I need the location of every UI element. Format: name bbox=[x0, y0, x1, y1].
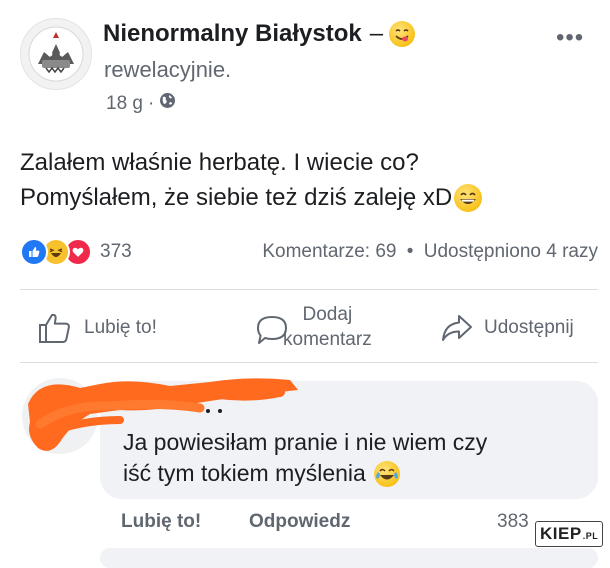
watermark-logo: KIEP .PL bbox=[535, 521, 604, 547]
post-text-line-2: Pomyślałem, że siebie też dziś zaleję xD bbox=[20, 180, 600, 215]
more-options-icon[interactable]: ••• bbox=[556, 26, 584, 50]
reactions-summary[interactable]: 373 bbox=[20, 238, 132, 266]
watermark-text: KIEP bbox=[540, 524, 582, 543]
page-logo bbox=[28, 26, 84, 82]
share-label: Udostępnij bbox=[484, 317, 574, 338]
post-text-line-2-text: Pomyślałem, że siebie też dziś zaleję xD bbox=[20, 184, 453, 211]
comment-label-line-1: Dodaj bbox=[302, 304, 353, 325]
post-meta: 18 g · bbox=[106, 92, 176, 115]
page-avatar[interactable] bbox=[20, 18, 92, 90]
stats-separator: • bbox=[406, 241, 414, 262]
grinning-emoji-icon bbox=[454, 183, 483, 212]
comment-reply-button[interactable]: Odpowiedz bbox=[249, 511, 350, 533]
watermark-suffix: .PL bbox=[582, 531, 599, 541]
comment-reaction-count: 383 bbox=[497, 511, 529, 532]
comment-button[interactable]: Dodaj komentarz bbox=[255, 302, 372, 352]
post-author: Nienormalny Białystok – bbox=[103, 20, 416, 48]
author-name[interactable]: Nienormalny Białystok bbox=[103, 20, 362, 48]
author-separator: – bbox=[369, 20, 384, 47]
comment-text: Ja powiesiłam pranie i nie wiem czy iść … bbox=[123, 427, 583, 489]
tears-of-joy-emoji-icon bbox=[373, 460, 400, 487]
comments-count-link[interactable]: Komentarze: 69 bbox=[262, 241, 396, 262]
comment-label-line-2: komentarz bbox=[283, 329, 372, 350]
like-icon bbox=[20, 238, 48, 266]
meta-separator: · bbox=[147, 92, 155, 114]
post-text: Zalałem właśnie herbatę. I wiecie co? Po… bbox=[20, 145, 600, 215]
shares-count-link[interactable]: Udostępniono 4 razy bbox=[424, 241, 598, 262]
post-time[interactable]: 18 g bbox=[106, 93, 143, 115]
next-comment-bubble bbox=[100, 548, 598, 568]
like-button[interactable]: Lubię to! bbox=[38, 312, 157, 344]
globe-icon bbox=[159, 92, 176, 115]
comment-label: Dodaj komentarz bbox=[283, 302, 372, 352]
divider bbox=[20, 362, 598, 363]
comment-text-line-2-text: iść tym tokiem myślenia bbox=[123, 460, 366, 486]
post-subtitle: rewelacyjnie. bbox=[104, 57, 232, 82]
like-label: Lubię to! bbox=[84, 317, 157, 338]
divider bbox=[20, 289, 598, 290]
share-arrow-icon bbox=[440, 313, 474, 343]
share-button[interactable]: Udostępnij bbox=[440, 313, 574, 343]
post-stats: Komentarze: 69 • Udostępniono 4 razy bbox=[262, 241, 598, 263]
reaction-count: 373 bbox=[100, 241, 132, 262]
comment-text-line-2: iść tym tokiem myślenia bbox=[123, 458, 583, 489]
face-savoring-emoji-icon bbox=[389, 21, 416, 47]
post-text-line-1: Zalałem właśnie herbatę. I wiecie co? bbox=[20, 149, 419, 176]
comment-like-button[interactable]: Lubię to! bbox=[121, 511, 201, 533]
comment-text-line-1: Ja powiesiłam pranie i nie wiem czy bbox=[123, 429, 488, 455]
thumbs-up-icon bbox=[38, 312, 72, 344]
